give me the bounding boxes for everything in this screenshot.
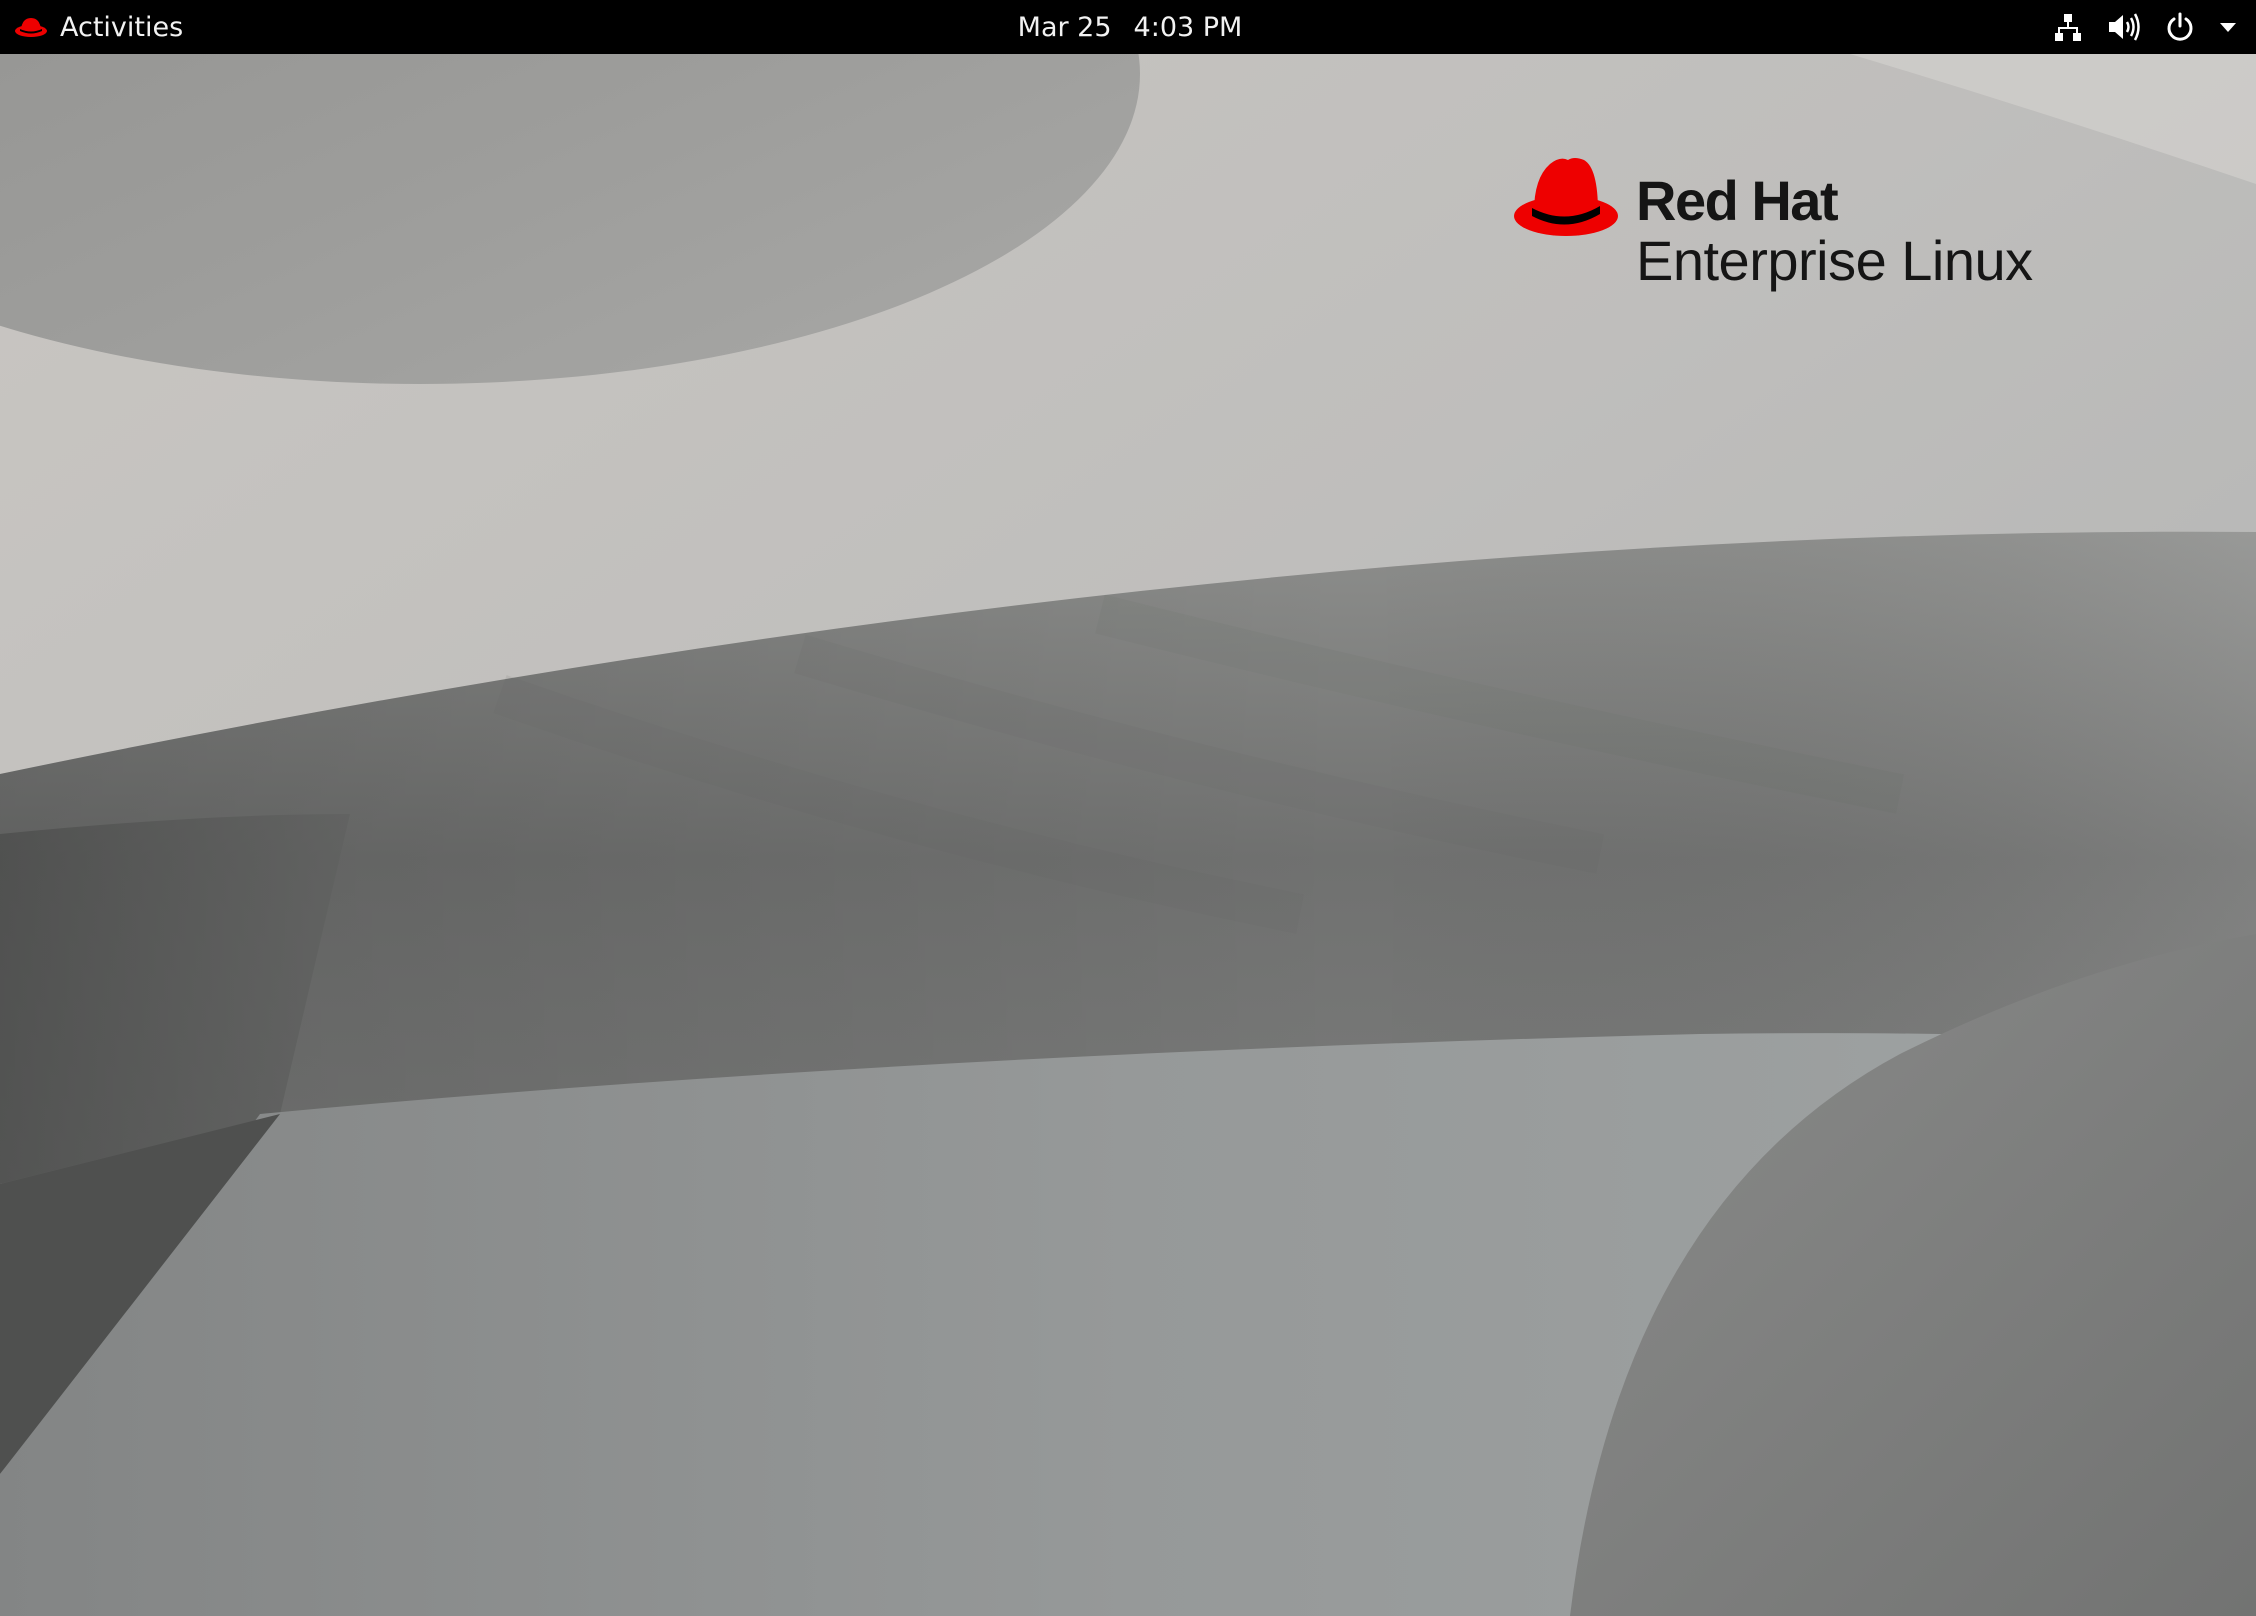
red-hat-logo-icon <box>14 15 48 39</box>
activities-label: Activities <box>60 11 184 43</box>
volume-icon <box>2106 11 2142 43</box>
network-wired-icon <box>2052 11 2084 43</box>
red-hat-logo-icon <box>1512 154 1620 244</box>
system-menu-button[interactable] <box>2052 0 2238 54</box>
power-icon <box>2164 11 2196 43</box>
rhel-brand-logo: Red Hat Enterprise Linux <box>1512 154 2072 304</box>
dropdown-arrow-icon <box>2218 20 2238 34</box>
activities-button[interactable]: Activities <box>14 0 183 54</box>
desktop-wallpaper: Red Hat Enterprise Linux <box>0 0 2256 1616</box>
brand-text-enterprise-linux: Enterprise Linux <box>1636 229 2033 292</box>
clock-date: Mar 25 <box>1017 11 1112 43</box>
clock-time: 4:03 PM <box>1133 11 1243 43</box>
desktop-screen: Activities Mar 25 4:03 PM Red Hat Enterp… <box>0 0 2256 1616</box>
clock-button[interactable]: Mar 25 4:03 PM <box>1000 0 1260 54</box>
brand-text-red-hat: Red Hat <box>1636 169 1839 232</box>
top-bar: Activities Mar 25 4:03 PM <box>0 0 2256 54</box>
